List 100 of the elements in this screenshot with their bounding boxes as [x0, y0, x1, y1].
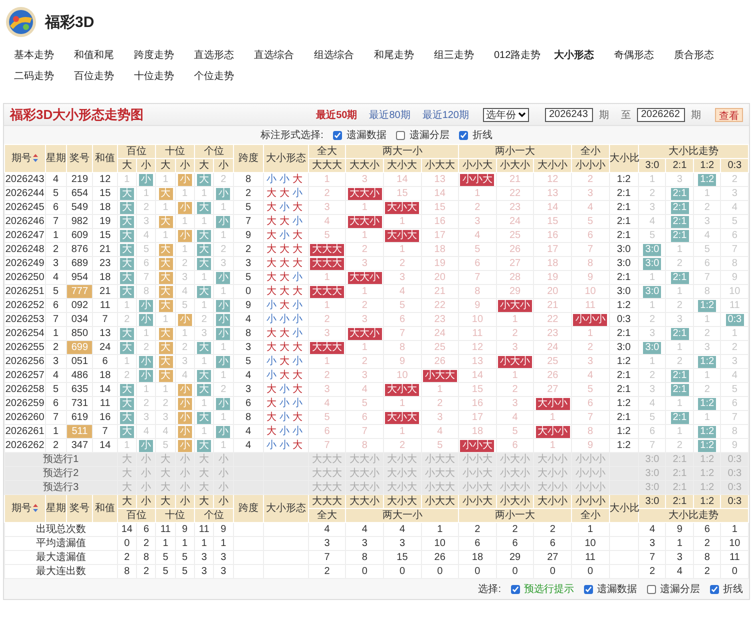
stat-cell: 7 [638, 550, 666, 564]
table-cell: 3 [383, 270, 422, 284]
hit-marker: 小 [178, 440, 192, 452]
table-cell: 2026259 [4, 396, 46, 410]
preselect-cell[interactable]: 小大大 [421, 466, 459, 480]
table-cell: 14 [458, 368, 496, 382]
table-cell: 2026246 [4, 214, 46, 228]
period-link[interactable]: 最近50期 [316, 108, 358, 122]
view-button[interactable]: 查看 [715, 108, 743, 122]
hit-marker: 大 [158, 244, 173, 256]
table-cell: 1 [666, 242, 694, 256]
checkbox-label[interactable]: 遗漏分层 [409, 128, 450, 142]
nav-link[interactable]: 基本走势 [14, 48, 74, 62]
table-cell: 2 [496, 326, 534, 340]
checkbox[interactable] [333, 130, 342, 140]
table-cell: 1 [308, 354, 346, 368]
preselect-cell[interactable]: 大小大 [383, 452, 422, 466]
preselect-cell[interactable]: 小小小 [571, 480, 610, 494]
hit-marker: 大 [120, 426, 134, 438]
preselect-cell[interactable]: 3:0 [638, 452, 666, 466]
preselect-cell[interactable]: 大小小 [534, 480, 572, 494]
table-cell: 3 [638, 382, 666, 396]
nav-link[interactable]: 组选综合 [314, 48, 374, 62]
table-cell: 7 [92, 312, 118, 326]
nav-link[interactable]: 个位走势 [194, 69, 254, 83]
preselect-cell[interactable]: 大小大 [383, 480, 422, 494]
table-cell: 5 [136, 242, 156, 256]
checkbox-label[interactable]: 折线 [472, 128, 492, 142]
table-cell: 3 [346, 256, 384, 270]
nav-link[interactable]: 大小形态 [554, 48, 614, 62]
end-period-field[interactable]: 2026262 [637, 108, 685, 122]
sort-icon[interactable] [33, 504, 38, 512]
checkbox-label[interactable]: 遗漏数据 [597, 582, 637, 596]
preselect-cell[interactable]: 大小大 [383, 466, 422, 480]
column-header[interactable]: 期号 [11, 153, 32, 164]
hit-marker: 大 [158, 370, 173, 382]
nav-link[interactable]: 组三走势 [434, 48, 494, 62]
checkbox[interactable] [511, 584, 520, 594]
table-cell: 7 [136, 270, 156, 284]
nav-link[interactable]: 质合形态 [674, 48, 734, 62]
period-link[interactable]: 最近80期 [369, 108, 410, 122]
column-header[interactable]: 期号 [11, 503, 32, 514]
preselect-cell[interactable]: 小小大 [458, 480, 496, 494]
column-header: 星期 [45, 494, 66, 522]
preselect-cell[interactable]: 大小小 [534, 466, 572, 480]
start-period-field[interactable]: 2026243 [545, 108, 593, 122]
preselect-cell[interactable]: 小小小 [571, 466, 610, 480]
preselect-cell[interactable]: 小大小 [496, 466, 534, 480]
preselect-cell[interactable]: 小小大 [458, 466, 496, 480]
preselect-cell[interactable]: 3:0 [638, 480, 666, 494]
checkbox-label[interactable]: 遗漏数据 [346, 128, 386, 142]
preselect-cell[interactable]: 小小大 [458, 452, 496, 466]
preselect-cell[interactable]: 大大小 [346, 480, 384, 494]
preselect-cell[interactable]: 小大大 [421, 452, 459, 466]
nav-link[interactable]: 直选综合 [254, 48, 314, 62]
column-header: 大小形态 [264, 494, 308, 522]
preselect-cell[interactable]: 小大小 [496, 480, 534, 494]
checkbox[interactable] [396, 130, 406, 140]
hit-marker: 大 [120, 286, 134, 298]
checkbox-label[interactable]: 遗漏分层 [660, 582, 700, 596]
table-cell: 1 [45, 228, 66, 242]
nav-link[interactable]: 二码走势 [14, 69, 74, 83]
checkbox[interactable] [459, 130, 468, 140]
table-cell: 3 [233, 382, 264, 396]
nav-link[interactable]: 和尾走势 [374, 48, 434, 62]
nav-link[interactable]: 十位走势 [134, 69, 194, 83]
nav-link[interactable]: 直选形态 [194, 48, 254, 62]
table-cell: 3 [421, 410, 459, 424]
hit-marker: 大 [197, 384, 212, 396]
preselect-cell[interactable]: 大大大 [308, 452, 346, 466]
preselect-cell[interactable]: 大大大 [308, 480, 346, 494]
nav-link[interactable]: 奇偶形态 [614, 48, 674, 62]
checkbox-label[interactable]: 预选行提示 [524, 582, 574, 596]
checkbox[interactable] [647, 584, 656, 594]
nav-link[interactable]: 和值和尾 [74, 48, 134, 62]
table-cell: 5 [233, 270, 264, 284]
nav-link[interactable]: 跨度走势 [134, 48, 194, 62]
checkmark-icon [585, 586, 592, 592]
checkbox-label[interactable]: 折线 [723, 582, 743, 596]
table-cell: 9 [458, 298, 496, 312]
stat-cell: 4 [638, 522, 666, 536]
column-header: 大大小 [346, 158, 384, 172]
table-cell: 1 [175, 214, 194, 228]
preselect-cell[interactable]: 3:0 [638, 466, 666, 480]
nav-link[interactable]: 012路走势 [494, 48, 554, 62]
sort-icon[interactable] [33, 154, 38, 162]
column-header: 大小形态 [264, 144, 308, 172]
checkbox[interactable] [710, 584, 719, 594]
preselect-cell[interactable]: 大大小 [346, 452, 384, 466]
preselect-cell[interactable]: 小大大 [421, 480, 459, 494]
preselect-cell[interactable]: 小小小 [571, 452, 610, 466]
preselect-cell[interactable]: 小大小 [496, 452, 534, 466]
checkbox[interactable] [584, 584, 593, 594]
period-link[interactable]: 最近120期 [422, 108, 469, 122]
preselect-cell[interactable]: 大大大 [308, 466, 346, 480]
nav-link[interactable]: 百位走势 [74, 69, 134, 83]
preselect-cell[interactable]: 大大小 [346, 466, 384, 480]
preselect-cell[interactable]: 大小小 [534, 452, 572, 466]
hit-marker: 1:2 [698, 356, 716, 368]
year-select[interactable]: 选年份 [483, 108, 529, 122]
